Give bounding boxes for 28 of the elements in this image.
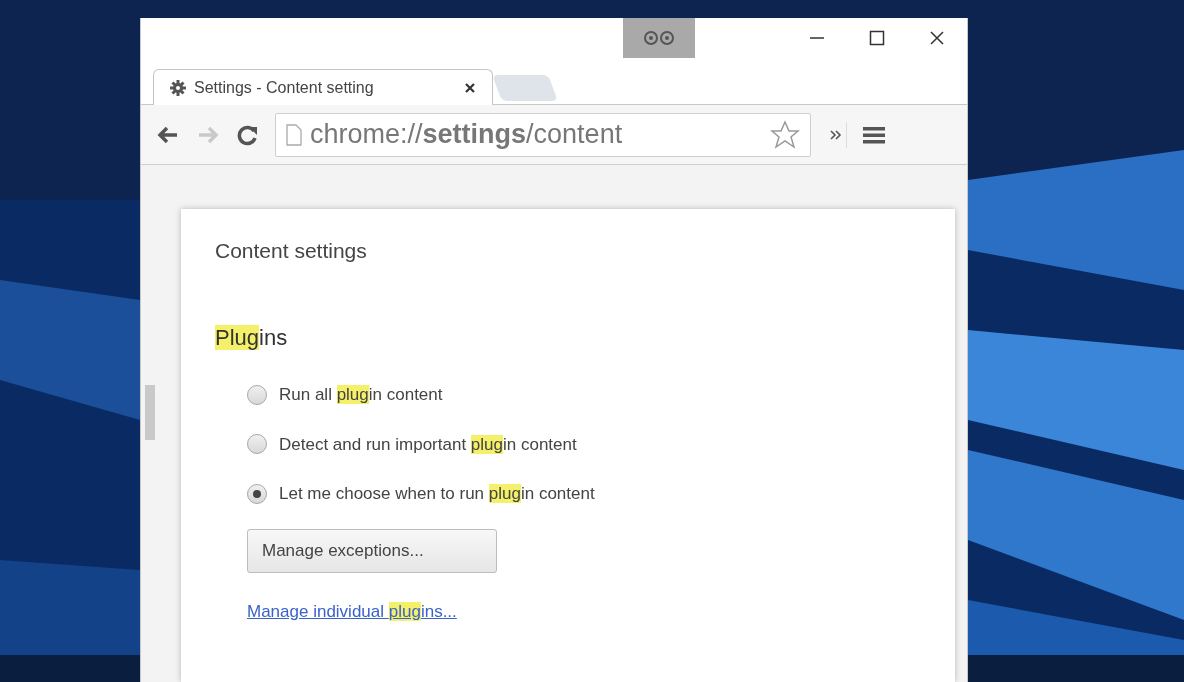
double-chevron-icon bbox=[829, 129, 842, 140]
reload-icon bbox=[237, 123, 259, 146]
radio-button[interactable] bbox=[247, 384, 267, 405]
close-icon bbox=[929, 30, 945, 46]
option-label: Let me choose when to run plugin content bbox=[279, 483, 595, 505]
tab-title: Settings - Content setting bbox=[194, 77, 375, 98]
page-icon bbox=[286, 123, 302, 146]
url-text: chrome://settings/content bbox=[310, 121, 624, 148]
radio-button[interactable] bbox=[247, 483, 267, 504]
gear-icon bbox=[170, 79, 186, 96]
address-bar[interactable]: chrome://settings/content bbox=[275, 112, 811, 157]
forward-arrow-icon bbox=[197, 125, 219, 144]
section-title: Plugins bbox=[215, 324, 288, 352]
radio-button[interactable] bbox=[247, 434, 267, 455]
bookmark-star-icon[interactable] bbox=[770, 119, 800, 150]
menu-icon bbox=[863, 124, 885, 145]
back-arrow-icon bbox=[157, 125, 179, 144]
minimize-icon bbox=[809, 37, 825, 39]
manage-exceptions-button[interactable]: Manage exceptions... bbox=[247, 528, 497, 573]
maximize-icon bbox=[869, 30, 885, 46]
scrollbar-thumb[interactable] bbox=[145, 385, 155, 440]
manage-plugins-link[interactable]: Manage individual plugins... bbox=[247, 601, 457, 621]
option-label: Detect and run important plugin content bbox=[279, 433, 577, 456]
incognito-icon bbox=[623, 18, 695, 58]
browser-tab[interactable]: Settings - Content setting bbox=[153, 69, 493, 105]
close-icon[interactable] bbox=[464, 81, 476, 94]
option-label: Run all plugin content bbox=[279, 384, 443, 406]
page-heading: Content settings bbox=[215, 238, 368, 264]
